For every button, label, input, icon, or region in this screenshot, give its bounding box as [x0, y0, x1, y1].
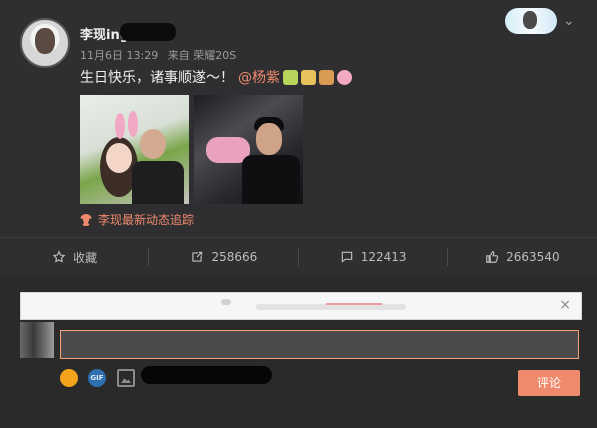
track-link[interactable]: 李现最新动态追踪 [80, 211, 194, 228]
cheers-icon [301, 69, 316, 85]
redacted-name [120, 23, 176, 41]
photo-1-bunny-ear-right [128, 111, 138, 137]
favorite-button[interactable]: 收藏 [0, 238, 150, 276]
photo-1-face-left [106, 143, 132, 173]
like-icon [486, 251, 499, 263]
notice-red-underline [326, 303, 382, 305]
comment-input[interactable] [60, 330, 579, 359]
comment-icon [341, 251, 352, 263]
photo-1-bunny-ear-left [115, 113, 125, 139]
notice-mark [221, 299, 231, 305]
star-icon [52, 250, 66, 263]
photo-1-face-right [140, 129, 166, 159]
action-bar: 收藏 258666 122413 2663540 [0, 237, 597, 282]
redacted-options [141, 366, 272, 384]
rabbit-icon [337, 69, 352, 85]
post-meta: 11月6日 13:29 来自 荣耀20S [80, 47, 242, 63]
flower-icon [80, 213, 92, 226]
photo-2-face [256, 123, 282, 155]
top-avatar-icon[interactable] [505, 8, 557, 34]
track-link-label: 李现最新动态追踪 [98, 213, 195, 227]
photo-1[interactable] [80, 95, 189, 204]
like-button[interactable]: 2663540 [448, 238, 597, 276]
photo-2[interactable] [194, 95, 303, 204]
photo-1-body [132, 161, 184, 204]
photo-2-body [242, 155, 300, 204]
comment-notice-banner: × [20, 292, 582, 320]
chevron-down-icon[interactable]: ⌄ [563, 14, 577, 28]
like-count: 2663540 [506, 250, 560, 264]
submit-comment-button[interactable]: 评论 [518, 370, 580, 396]
repost-button[interactable]: 258666 [149, 238, 299, 276]
post-message: 生日快乐，诸事顺遂～！ [80, 70, 234, 86]
cake-icon [319, 69, 334, 85]
post-source: 来自 荣耀20S [167, 49, 237, 62]
gift-icon [283, 69, 298, 85]
author-avatar[interactable] [20, 18, 70, 68]
post-time[interactable]: 11月6日 13:29 [80, 49, 158, 62]
comment-button[interactable]: 122413 [299, 238, 449, 282]
emoji-icon[interactable] [60, 369, 78, 387]
top-right-controls: ⌄ [505, 8, 577, 34]
post-text: 生日快乐，诸事顺遂～！ @杨紫 [80, 67, 352, 87]
mention-link[interactable]: @杨紫 [238, 67, 280, 87]
repost-count: 258666 [211, 250, 258, 264]
repost-icon [192, 251, 203, 262]
comment-count: 122413 [360, 250, 407, 264]
gif-icon[interactable]: GIF [88, 369, 106, 387]
close-icon[interactable]: × [559, 297, 571, 313]
avatar-face [35, 28, 55, 54]
commenter-avatar [20, 322, 54, 358]
image-icon[interactable] [117, 369, 135, 387]
weibo-post: 李现ing 11月6日 13:29 来自 荣耀20S ⌄ 生日快乐，诸事顺遂～！… [0, 0, 597, 237]
favorite-label: 收藏 [73, 250, 98, 265]
